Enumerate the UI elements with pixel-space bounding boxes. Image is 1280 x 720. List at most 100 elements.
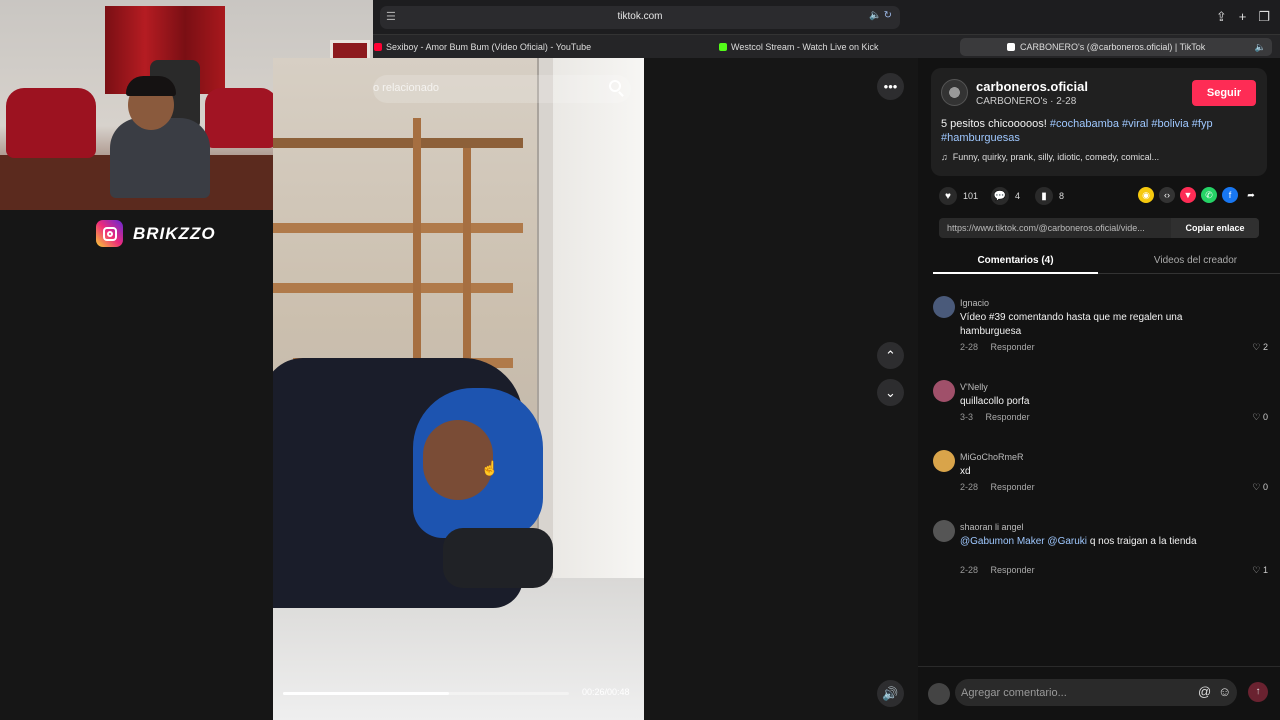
tab-creator-videos[interactable]: Videos del creador (1113, 255, 1278, 266)
commenter-avatar[interactable] (933, 450, 955, 472)
tab-kick[interactable]: Westcol Stream - Watch Live on Kick (718, 38, 958, 56)
description-text: 5 pesitos chicooooos! (941, 118, 1047, 130)
commenter-avatar[interactable] (933, 380, 955, 402)
save-stat[interactable]: ▮ 8 (1035, 187, 1064, 205)
commenter-name[interactable]: Ignacio (960, 298, 989, 308)
active-tab-indicator (933, 272, 1098, 274)
streamer-body (110, 118, 210, 198)
tab-bar: Sexiboy - Amor Bum Bum (Video Oficial) -… (373, 34, 1280, 58)
audio-reload-icons[interactable]: 🔈↻ (869, 10, 894, 21)
comment-meta: 2-28 Responder (960, 482, 1035, 492)
search-icon[interactable] (609, 80, 621, 92)
sofa-left (6, 88, 96, 158)
hashtag[interactable]: #hamburguesas (941, 132, 1020, 144)
music-line[interactable]: ♫ Funny, quirky, prank, silly, idiotic, … (941, 152, 1159, 162)
comment-meta: 3-3 Responder (960, 412, 1030, 422)
comment-like[interactable]: ♡ 0 (1252, 412, 1268, 423)
address-bar[interactable]: ☰ tiktok.com 🔈↻ (380, 6, 900, 29)
account-avatar[interactable] (941, 79, 968, 106)
reply-button[interactable]: Responder (991, 565, 1035, 575)
share-arrow-icon[interactable]: ➦ (1243, 187, 1259, 203)
comment-like[interactable]: ♡ 0 (1252, 482, 1268, 493)
heart-outline-icon[interactable]: ♡ (1252, 565, 1260, 575)
account-subtitle: CARBONERO's · 2-28 (976, 96, 1077, 107)
reply-button[interactable]: Responder (991, 342, 1035, 352)
comment-input[interactable] (955, 679, 1237, 706)
comment-icon[interactable]: 💬 (991, 187, 1009, 205)
commenter-name[interactable]: MiGoChoRmeR (960, 452, 1024, 462)
send-button[interactable]: ↑ (1248, 682, 1268, 702)
streamer-hair (126, 76, 176, 96)
mention-icon[interactable]: @ (1198, 684, 1211, 699)
hand-cursor-icon: ☝ (481, 460, 499, 476)
next-video-button[interactable]: ⌄ (877, 379, 904, 406)
instagram-icon (96, 220, 123, 247)
ceiling-beam (273, 223, 523, 233)
tiktok-icon (1007, 43, 1015, 51)
comment-like-count: 1 (1262, 565, 1268, 575)
youtube-icon (374, 43, 382, 51)
coin-icon[interactable]: ◉ (1138, 187, 1154, 203)
hashtag[interactable]: #viral (1122, 118, 1148, 130)
whatsapp-icon[interactable]: ✆ (1201, 187, 1217, 203)
sofa-right (205, 88, 277, 148)
comment-like[interactable]: ♡ 2 (1252, 342, 1268, 353)
hashtag[interactable]: #bolivia (1151, 118, 1188, 130)
comment-meta: 2-28 Responder (960, 565, 1035, 575)
account-name[interactable]: carboneros.oficial (976, 79, 1088, 94)
reply-button[interactable]: Responder (986, 412, 1030, 422)
tab-youtube[interactable]: Sexiboy - Amor Bum Bum (Video Oficial) -… (373, 38, 638, 56)
copy-link-button[interactable]: Copiar enlace (1171, 218, 1259, 238)
like-stat[interactable]: ♥ 101 (939, 187, 978, 205)
heart-outline-icon[interactable]: ♡ (1252, 482, 1260, 492)
heart-outline-icon[interactable]: ♡ (1252, 342, 1260, 352)
heart-icon[interactable]: ♥ (939, 187, 957, 205)
tab-label: Sexiboy - Amor Bum Bum (Video Oficial) -… (386, 42, 592, 52)
commenter-name[interactable]: V'Nelly (960, 382, 988, 392)
ceiling-post (463, 148, 471, 388)
tab-audio-icon[interactable]: 🔈 (1255, 38, 1266, 56)
related-search[interactable]: o relacionado (373, 75, 631, 103)
post-description: 5 pesitos chicooooos! #cochabamba #viral… (941, 117, 1241, 145)
comment-composer: @ ☺ ↑ (918, 666, 1280, 720)
comment-like-count: 2 (1262, 342, 1268, 352)
comment-date: 3-3 (960, 412, 974, 422)
volume-button[interactable]: 🔊 (877, 680, 904, 707)
facebook-icon[interactable]: f (1222, 187, 1238, 203)
emoji-icon[interactable]: ☺ (1218, 684, 1231, 699)
commenter-avatar[interactable] (933, 520, 955, 542)
user-avatar[interactable] (928, 683, 950, 705)
comment-text: xd (960, 466, 971, 477)
previous-video-button[interactable]: ⌃ (877, 342, 904, 369)
embed-icon[interactable]: ‹› (1159, 187, 1175, 203)
tab-comments[interactable]: Comentarios (4) (933, 255, 1098, 266)
comment-date: 2-28 (960, 482, 979, 492)
comment-item: Ignacio Vídeo #39 comentando hasta que m… (933, 296, 1268, 356)
details-panel: carboneros.oficial CARBONERO's · 2-28 Se… (918, 58, 1280, 720)
comment-like[interactable]: ♡ 1 (1252, 565, 1268, 576)
tab-overview-icon[interactable]: ❐ (1258, 9, 1270, 25)
mention-link[interactable]: @Garuki (1047, 536, 1087, 547)
hashtag[interactable]: #fyp (1192, 118, 1213, 130)
video-player[interactable]: o relacionado ☝ 00:26/00:48 (273, 58, 644, 720)
more-options-button[interactable]: ••• (877, 73, 904, 100)
commenter-avatar[interactable] (933, 296, 955, 318)
repost-icon[interactable]: ▼ (1180, 187, 1196, 203)
follow-button[interactable]: Seguir (1192, 80, 1256, 106)
new-tab-icon[interactable]: + (1239, 9, 1247, 25)
comment-stat[interactable]: 💬 4 (991, 187, 1020, 205)
tab-label: CARBONERO's (@carboneros.oficial) | TikT… (1020, 42, 1206, 52)
heart-outline-icon[interactable]: ♡ (1252, 412, 1260, 422)
tab-tiktok[interactable]: CARBONERO's (@carboneros.oficial) | TikT… (960, 38, 1272, 56)
instagram-handle: BRIKZZO (133, 224, 216, 243)
hashtag[interactable]: #cochabamba (1050, 118, 1119, 130)
video-progress-bar[interactable] (283, 692, 569, 695)
mention-link[interactable]: @Gabumon Maker (960, 536, 1045, 547)
commenter-name[interactable]: shaoran li angel (960, 522, 1024, 532)
like-count: 101 (963, 191, 979, 201)
comment-date: 2-28 (960, 565, 979, 575)
bookmark-icon[interactable]: ▮ (1035, 187, 1053, 205)
share-icon[interactable]: ⇪ (1216, 9, 1227, 25)
post-link[interactable]: https://www.tiktok.com/@carboneros.ofici… (947, 223, 1169, 233)
reply-button[interactable]: Responder (991, 482, 1035, 492)
